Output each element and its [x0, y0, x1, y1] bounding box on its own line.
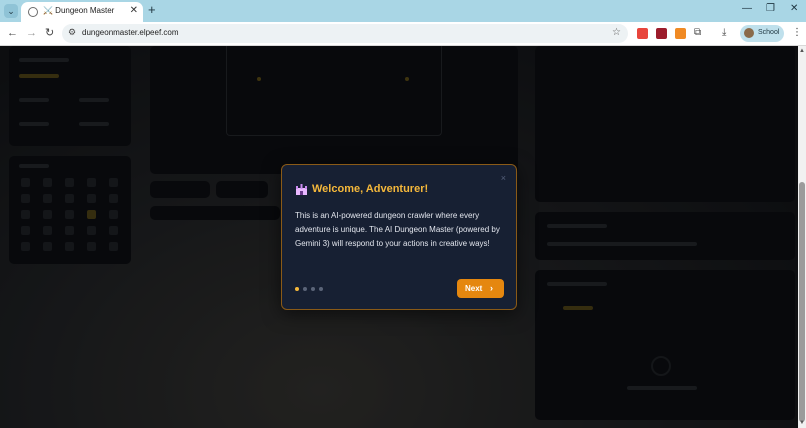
next-label: Next	[465, 284, 483, 293]
extension-metamask-icon[interactable]	[637, 28, 648, 39]
step-dot	[295, 287, 299, 291]
welcome-modal: × Welcome, Adventurer! This is an AI-pow…	[281, 164, 517, 310]
step-dot	[311, 287, 315, 291]
tab-favicon-icon	[28, 7, 38, 17]
tab-search-icon[interactable]: ⌄	[4, 4, 18, 18]
forward-icon[interactable]: →	[26, 27, 37, 39]
restore-button[interactable]: ❐	[766, 3, 775, 15]
chevron-right-icon: ›	[490, 283, 493, 293]
profile-chip[interactable]: School	[740, 25, 784, 42]
bookmark-star-icon[interactable]: ☆	[612, 27, 621, 38]
back-icon[interactable]: ←	[7, 27, 18, 39]
extension-orange-icon[interactable]	[675, 28, 686, 39]
scroll-up-icon[interactable]: ▲	[799, 47, 805, 55]
step-dot	[319, 287, 323, 291]
window-close-button[interactable]: ✕	[790, 3, 798, 15]
extensions-icon[interactable]: ⧉	[694, 27, 701, 39]
avatar	[744, 28, 754, 38]
modal-body: This is an AI-powered dungeon crawler wh…	[295, 211, 500, 248]
download-icon[interactable]: ⤓	[722, 27, 726, 39]
next-button[interactable]: Next ›	[457, 279, 504, 298]
tab-title: ⚔️ Dungeon Master	[43, 6, 115, 15]
modal-title: Welcome, Adventurer!	[312, 183, 429, 195]
tab-close-icon[interactable]: ✕	[130, 5, 138, 17]
browser-toolbar: ← → ↻ ⚙ dungeonmaster.elpeef.com ☆ ⧉ ⤓ S…	[0, 22, 806, 46]
scroll-down-icon[interactable]: ▼	[799, 419, 805, 427]
menu-icon[interactable]: ⋮	[792, 27, 802, 38]
new-tab-button[interactable]: +	[148, 3, 156, 17]
reload-icon[interactable]: ↻	[45, 27, 54, 39]
extension-m-icon[interactable]	[656, 28, 667, 39]
address-bar[interactable]: ⚙ dungeonmaster.elpeef.com ☆	[62, 24, 628, 43]
site-info-icon[interactable]: ⚙	[68, 27, 76, 38]
browser-tab-bar: ⌄ ⚔️ Dungeon Master ✕ + — ❐ ✕	[0, 0, 806, 22]
modal-close-icon[interactable]: ×	[501, 173, 506, 183]
castle-icon	[296, 184, 307, 195]
profile-label: School	[758, 29, 780, 36]
url-text[interactable]: dungeonmaster.elpeef.com	[82, 28, 179, 37]
step-dot	[303, 287, 307, 291]
browser-tab[interactable]: ⚔️ Dungeon Master ✕	[21, 2, 143, 22]
scroll-thumb[interactable]	[799, 182, 805, 422]
minimize-button[interactable]: —	[742, 3, 752, 15]
page-scrollbar[interactable]: ▲ ▼	[798, 46, 806, 428]
